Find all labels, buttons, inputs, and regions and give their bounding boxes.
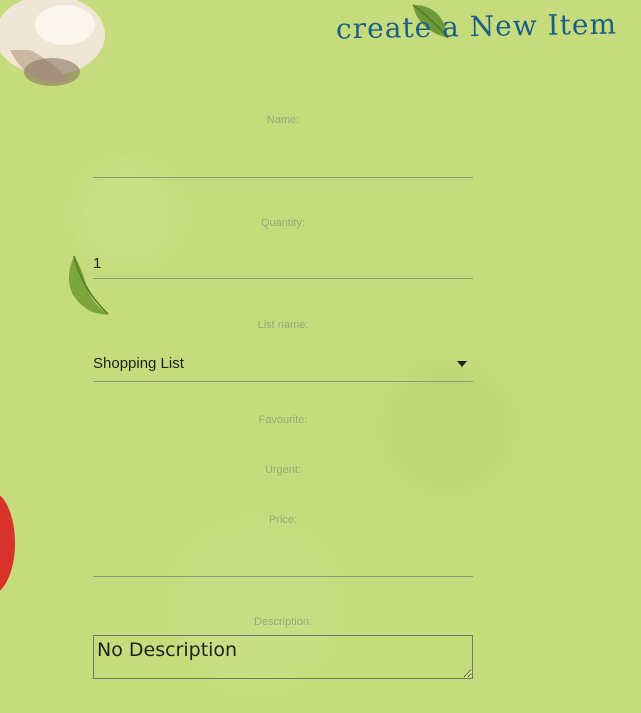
tomato-image [0,495,15,591]
list-name-select[interactable]: Shopping List [93,346,473,382]
list-name-label: List name: [257,319,309,331]
chevron-down-icon [457,360,467,367]
list-name-value: Shopping List [93,355,184,372]
name-field[interactable] [93,148,473,178]
description-label: Description: [253,616,313,628]
price-label: Price: [268,514,298,526]
favourite-label: Favourite: [258,414,308,426]
name-label: Name: [266,114,300,126]
mushroom-image [0,0,105,86]
urgent-label: Urgent: [264,464,302,476]
description-field[interactable]: No Description [93,635,473,679]
quantity-label: Quantity: [260,217,306,229]
price-field[interactable] [93,547,473,577]
quantity-field[interactable] [93,249,473,279]
page-title: create a New Item [335,7,618,46]
